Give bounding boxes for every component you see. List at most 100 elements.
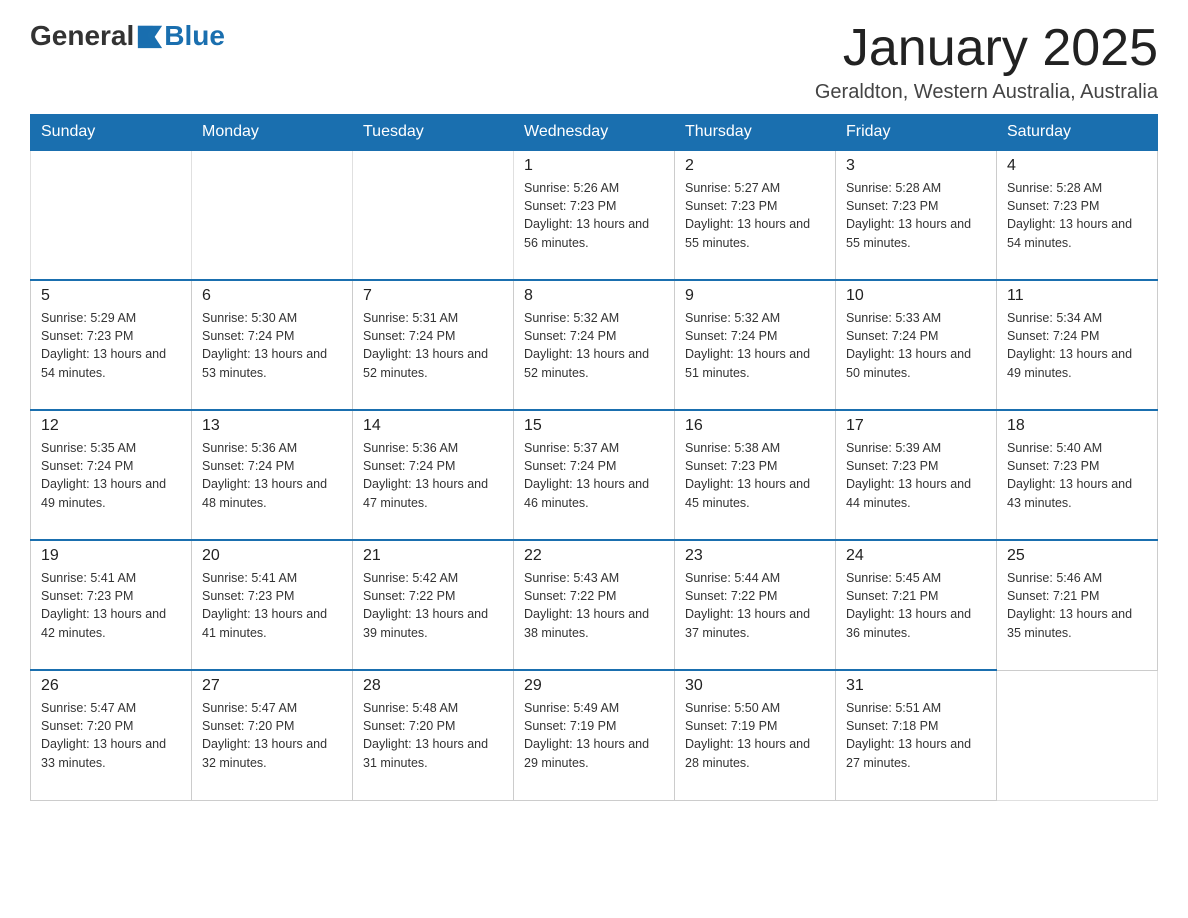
day-info: Sunrise: 5:27 AM Sunset: 7:23 PM Dayligh…: [685, 179, 825, 252]
logo: General Blue: [30, 20, 225, 52]
calendar-day: 3Sunrise: 5:28 AM Sunset: 7:23 PM Daylig…: [836, 150, 997, 280]
day-info: Sunrise: 5:31 AM Sunset: 7:24 PM Dayligh…: [363, 309, 503, 382]
day-info: Sunrise: 5:48 AM Sunset: 7:20 PM Dayligh…: [363, 699, 503, 772]
calendar-day: 25 Sunrise: 5:46 AM Sunset: 7:21 PM Dayli…: [997, 540, 1158, 670]
day-info: Sunrise: 5:34 AM Sunset: 7:24 PM Dayligh…: [1007, 309, 1147, 382]
day-number: 7: [363, 287, 503, 305]
day-number: 25: [1007, 547, 1147, 565]
day-header-monday: Monday: [192, 115, 353, 151]
calendar-week-2: 5 Sunrise: 5:29 AM Sunset: 7:23 PM Daylig…: [31, 280, 1158, 410]
calendar-day: 28 Sunrise: 5:48 AM Sunset: 7:20 PM Dayli…: [353, 670, 514, 800]
calendar-day: 14 Sunrise: 5:36 AM Sunset: 7:24 PM Dayli…: [353, 410, 514, 540]
day-number: 1: [524, 157, 664, 175]
calendar-day: 27 Sunrise: 5:47 AM Sunset: 7:20 PM Dayli…: [192, 670, 353, 800]
calendar-day: [31, 150, 192, 280]
day-number: 2: [685, 157, 825, 175]
day-info: Sunrise: 5:38 AM Sunset: 7:23 PM Dayligh…: [685, 439, 825, 512]
calendar-day: 4 Sunrise: 5:28 AM Sunset: 7:23 PM Daylig…: [997, 150, 1158, 280]
calendar-day: 10 Sunrise: 5:33 AM Sunset: 7:24 PM Dayli…: [836, 280, 997, 410]
calendar-day: 24 Sunrise: 5:45 AM Sunset: 7:21 PM Dayli…: [836, 540, 997, 670]
day-header-sunday: Sunday: [31, 115, 192, 151]
logo-blue-text: Blue: [164, 20, 225, 52]
day-header-friday: Friday: [836, 115, 997, 151]
day-info: Sunrise: 5:36 AM Sunset: 7:24 PM Dayligh…: [363, 439, 503, 512]
day-info: Sunrise: 5:40 AM Sunset: 7:23 PM Dayligh…: [1007, 439, 1147, 512]
day-number: 22: [524, 547, 664, 565]
day-info: Sunrise: 5:28 AM Sunset: 7:23 PM Dayligh…: [1007, 179, 1147, 252]
calendar-day: 30Sunrise: 5:50 AM Sunset: 7:19 PM Dayli…: [675, 670, 836, 800]
calendar-day: 20 Sunrise: 5:41 AM Sunset: 7:23 PM Dayli…: [192, 540, 353, 670]
day-number: 15: [524, 417, 664, 435]
day-number: 13: [202, 417, 342, 435]
calendar-day: 2 Sunrise: 5:27 AM Sunset: 7:23 PM Daylig…: [675, 150, 836, 280]
calendar-day: 31 Sunrise: 5:51 AM Sunset: 7:18 PM Dayli…: [836, 670, 997, 800]
day-number: 23: [685, 547, 825, 565]
day-number: 16: [685, 417, 825, 435]
calendar-day: 5 Sunrise: 5:29 AM Sunset: 7:23 PM Daylig…: [31, 280, 192, 410]
day-number: 19: [41, 547, 181, 565]
day-info: Sunrise: 5:28 AM Sunset: 7:23 PM Dayligh…: [846, 179, 986, 252]
calendar-day: 19 Sunrise: 5:41 AM Sunset: 7:23 PM Dayli…: [31, 540, 192, 670]
day-number: 8: [524, 287, 664, 305]
day-info: Sunrise: 5:35 AM Sunset: 7:24 PM Dayligh…: [41, 439, 181, 512]
day-info: Sunrise: 5:41 AM Sunset: 7:23 PM Dayligh…: [202, 569, 342, 642]
day-number: 29: [524, 677, 664, 695]
day-info: Sunrise: 5:44 AM Sunset: 7:22 PM Dayligh…: [685, 569, 825, 642]
day-info: Sunrise: 5:29 AM Sunset: 7:23 PM Dayligh…: [41, 309, 181, 382]
day-info: Sunrise: 5:39 AM Sunset: 7:23 PM Dayligh…: [846, 439, 986, 512]
calendar-day: 21Sunrise: 5:42 AM Sunset: 7:22 PM Dayli…: [353, 540, 514, 670]
day-info: Sunrise: 5:36 AM Sunset: 7:24 PM Dayligh…: [202, 439, 342, 512]
day-number: 4: [1007, 157, 1147, 175]
calendar-day: 23 Sunrise: 5:44 AM Sunset: 7:22 PM Dayli…: [675, 540, 836, 670]
day-number: 27: [202, 677, 342, 695]
calendar-day: 8 Sunrise: 5:32 AM Sunset: 7:24 PM Daylig…: [514, 280, 675, 410]
day-header-tuesday: Tuesday: [353, 115, 514, 151]
calendar-day: 11Sunrise: 5:34 AM Sunset: 7:24 PM Dayli…: [997, 280, 1158, 410]
day-number: 12: [41, 417, 181, 435]
day-header-row: SundayMondayTuesdayWednesdayThursdayFrid…: [31, 115, 1158, 151]
day-number: 21: [363, 547, 503, 565]
day-info: Sunrise: 5:43 AM Sunset: 7:22 PM Dayligh…: [524, 569, 664, 642]
calendar-day: 7 Sunrise: 5:31 AM Sunset: 7:24 PM Daylig…: [353, 280, 514, 410]
day-number: 5: [41, 287, 181, 305]
day-number: 14: [363, 417, 503, 435]
day-header-wednesday: Wednesday: [514, 115, 675, 151]
day-number: 24: [846, 547, 986, 565]
calendar-day: 22 Sunrise: 5:43 AM Sunset: 7:22 PM Dayli…: [514, 540, 675, 670]
logo-flag-icon: [136, 22, 164, 50]
day-number: 10: [846, 287, 986, 305]
day-info: Sunrise: 5:49 AM Sunset: 7:19 PM Dayligh…: [524, 699, 664, 772]
day-info: Sunrise: 5:47 AM Sunset: 7:20 PM Dayligh…: [202, 699, 342, 772]
day-number: 31: [846, 677, 986, 695]
calendar-day: 1Sunrise: 5:26 AM Sunset: 7:23 PM Daylig…: [514, 150, 675, 280]
day-header-thursday: Thursday: [675, 115, 836, 151]
calendar-week-3: 12 Sunrise: 5:35 AM Sunset: 7:24 PM Dayli…: [31, 410, 1158, 540]
day-number: 28: [363, 677, 503, 695]
day-number: 6: [202, 287, 342, 305]
day-info: Sunrise: 5:45 AM Sunset: 7:21 PM Dayligh…: [846, 569, 986, 642]
calendar-day: 6 Sunrise: 5:30 AM Sunset: 7:24 PM Daylig…: [192, 280, 353, 410]
calendar-week-5: 26Sunrise: 5:47 AM Sunset: 7:20 PM Dayli…: [31, 670, 1158, 800]
day-info: Sunrise: 5:32 AM Sunset: 7:24 PM Dayligh…: [524, 309, 664, 382]
day-info: Sunrise: 5:32 AM Sunset: 7:24 PM Dayligh…: [685, 309, 825, 382]
day-number: 9: [685, 287, 825, 305]
calendar-day: 12 Sunrise: 5:35 AM Sunset: 7:24 PM Dayli…: [31, 410, 192, 540]
calendar-day: 13 Sunrise: 5:36 AM Sunset: 7:24 PM Dayli…: [192, 410, 353, 540]
title-area: January 2025 Geraldton, Western Australi…: [815, 20, 1158, 104]
calendar-day: 26Sunrise: 5:47 AM Sunset: 7:20 PM Dayli…: [31, 670, 192, 800]
logo-general-text: General: [30, 20, 134, 52]
day-info: Sunrise: 5:46 AM Sunset: 7:21 PM Dayligh…: [1007, 569, 1147, 642]
day-number: 20: [202, 547, 342, 565]
day-info: Sunrise: 5:41 AM Sunset: 7:23 PM Dayligh…: [41, 569, 181, 642]
day-info: Sunrise: 5:33 AM Sunset: 7:24 PM Dayligh…: [846, 309, 986, 382]
day-info: Sunrise: 5:51 AM Sunset: 7:18 PM Dayligh…: [846, 699, 986, 772]
calendar-day: 29 Sunrise: 5:49 AM Sunset: 7:19 PM Dayli…: [514, 670, 675, 800]
calendar-day: [997, 670, 1158, 800]
page-header: General Blue January 2025 Geraldton, Wes…: [30, 20, 1158, 104]
calendar-day: 16 Sunrise: 5:38 AM Sunset: 7:23 PM Dayli…: [675, 410, 836, 540]
calendar-day: [353, 150, 514, 280]
calendar-day: 9 Sunrise: 5:32 AM Sunset: 7:24 PM Daylig…: [675, 280, 836, 410]
day-info: Sunrise: 5:30 AM Sunset: 7:24 PM Dayligh…: [202, 309, 342, 382]
calendar-subtitle: Geraldton, Western Australia, Australia: [815, 81, 1158, 104]
calendar-day: 15Sunrise: 5:37 AM Sunset: 7:24 PM Dayli…: [514, 410, 675, 540]
